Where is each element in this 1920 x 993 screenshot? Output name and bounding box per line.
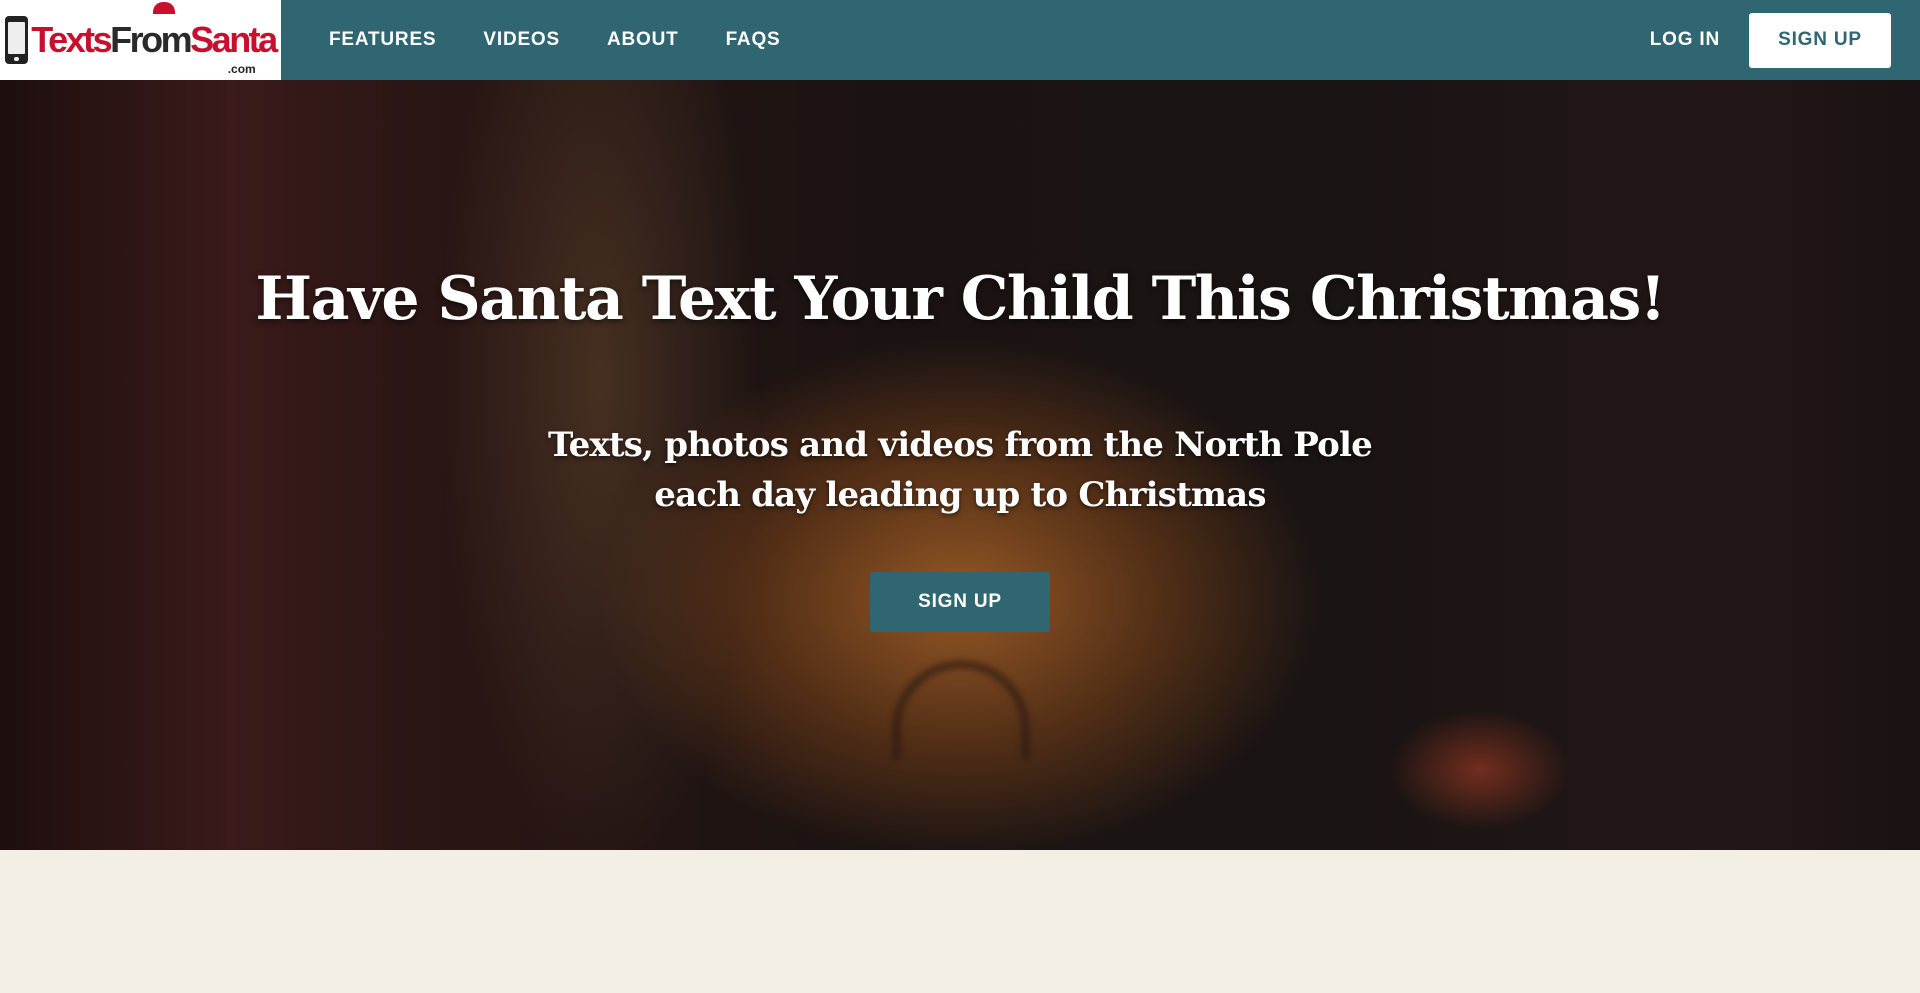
- nav-link-videos[interactable]: VIDEOS: [483, 29, 560, 51]
- phone-icon: [5, 16, 29, 64]
- logo-word-santa: Santa: [190, 19, 278, 60]
- hero-subtitle: Texts, photos and videos from the North …: [0, 420, 1920, 520]
- logo-wordmark: TextsFromSanta: [31, 19, 278, 60]
- hero-subtitle-line-2: each day leading up to Christmas: [654, 475, 1266, 515]
- logo-domain-suffix: .com: [227, 62, 256, 76]
- header-signup-button[interactable]: SIGN UP: [1749, 12, 1891, 68]
- nav-link-faqs[interactable]: FAQS: [726, 29, 781, 51]
- account-nav: LOG IN SIGN UP: [1650, 12, 1920, 68]
- nav-link-features[interactable]: FEATURES: [329, 29, 436, 51]
- hero-title: Have Santa Text Your Child This Christma…: [255, 264, 1666, 334]
- hero-subtitle-line-1: Texts, photos and videos from the North …: [548, 425, 1373, 465]
- logo-container[interactable]: TextsFromSanta .com: [0, 0, 281, 80]
- main-nav: FEATURES VIDEOS ABOUT FAQS: [329, 29, 828, 51]
- hero-section: Have Santa Text Your Child This Christma…: [0, 80, 1920, 850]
- santa-hat-icon: [153, 2, 176, 14]
- content-section: [0, 850, 1920, 993]
- login-link[interactable]: LOG IN: [1650, 29, 1720, 51]
- hero-signup-button[interactable]: SIGN UP: [870, 572, 1050, 632]
- logo-word-from: From: [110, 19, 193, 60]
- logo-word-texts: Texts: [31, 19, 112, 60]
- top-navigation-bar: TextsFromSanta .com FEATURES VIDEOS ABOU…: [0, 0, 1920, 80]
- site-logo[interactable]: TextsFromSanta .com: [5, 2, 278, 76]
- hero-background-globe-stand: [892, 660, 1030, 759]
- nav-link-about[interactable]: ABOUT: [607, 29, 679, 51]
